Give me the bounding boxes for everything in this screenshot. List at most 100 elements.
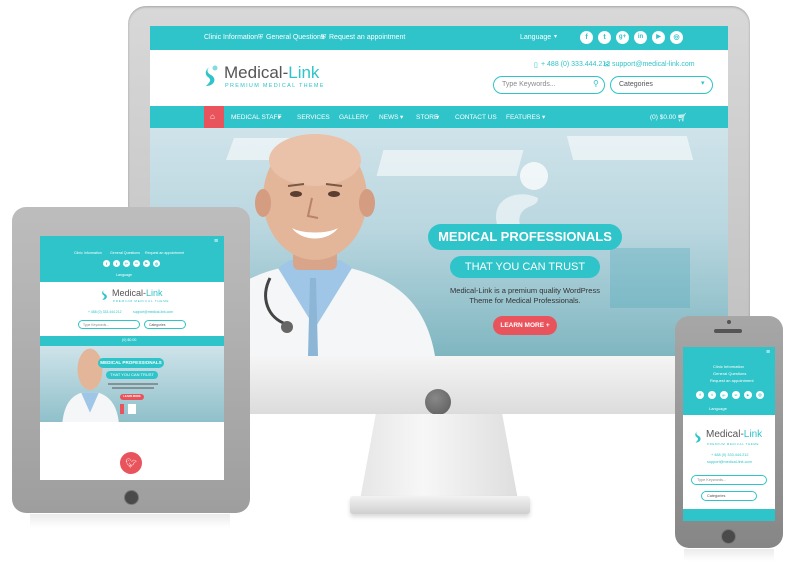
facebook-icon[interactable]: f [696,391,704,399]
categories-select[interactable]: Categories [144,320,186,329]
twitter-icon: 🐦︎ [125,458,137,468]
youtube-icon[interactable]: ▶ [143,260,150,267]
language-select[interactable]: Language [116,273,132,277]
nav-item-contact-us[interactable]: CONTACT US [455,114,497,121]
learn-more-button[interactable]: LEARN MORE [120,394,144,400]
phone-topbar: ≡ Clinic Information General Questions R… [683,347,775,415]
nav-item-services[interactable]: SERVICES [297,114,330,121]
search-placeholder: Type Keywords... [502,81,556,88]
home-icon: ⌂ [210,112,215,121]
phone-home-button [721,529,736,544]
plus-icon: + [545,322,550,329]
nav-item-features[interactable]: FEATURES [506,114,540,121]
search-input[interactable]: Type Keywords... [78,320,140,329]
brand-logo-icon[interactable] [202,64,220,88]
hero-subtitle: THAT YOU CAN TRUST [106,371,158,379]
google-plus-icon[interactable]: g+ [123,260,130,267]
topbar-link-clinic-info[interactable]: Clinic Information [713,364,744,369]
twitter-icon[interactable]: t [598,31,611,44]
brand-name-accent: Link [146,288,163,298]
categories-select[interactable]: Categories [701,491,757,501]
brand-name-accent: Link [288,63,320,82]
brand-name[interactable]: Medical-Link [112,288,163,298]
contact-phone: + 488 (0) 333.444.212 [88,310,122,314]
phone-reflection [684,549,774,561]
twitter-share-button[interactable]: 🐦︎ [120,452,142,474]
contact-email[interactable]: support@medical-link.com [133,310,173,314]
brand-name-main: Medical- [706,429,744,440]
topbar-link-general-questions[interactable]: General Questions [110,251,140,255]
chevron-down-icon: ▾ [436,114,440,121]
topbar-link-appointment[interactable]: Request an appointment [329,34,405,41]
monitor-stand-base [350,496,530,514]
categories-select[interactable]: Categories [610,76,713,94]
search-placeholder: Type Keywords... [83,323,110,327]
hero-description-line: Medical-Link is a premium quality WordPr… [450,286,600,295]
categories-label: Categories [619,81,653,88]
youtube-icon[interactable]: ▶ [744,391,752,399]
hero-description-line [108,383,158,385]
brand-tagline: PREMIUM MEDICAL THEME [225,83,325,89]
menu-icon[interactable]: ≡ [766,349,770,356]
google-plus-icon[interactable]: g+ [720,391,728,399]
twitter-icon[interactable]: t [708,391,716,399]
tablet-navbar: (0) $0.00 [40,336,224,346]
phone-screen: ≡ Clinic Information General Questions R… [683,347,775,521]
tablet-reflection [30,514,230,528]
chevron-down-icon: ▾ [278,114,282,121]
menu-icon[interactable]: ≡ [214,238,218,245]
linkedin-icon[interactable]: in [634,31,647,44]
contact-email[interactable]: support@medical-link.com [612,61,695,68]
phone-icon: ▯ [534,62,538,69]
phone-speaker [714,329,742,333]
contact-email[interactable]: support@medical-link.com [707,460,752,464]
cart-total[interactable]: (0) $0.00 [650,114,676,121]
cart-total[interactable]: (0) $0.00 [122,338,136,342]
learn-more-label: LEARN MORE [500,322,545,329]
brand-name[interactable]: Medical-Link [706,429,762,440]
dribbble-icon[interactable]: ◎ [670,31,683,44]
search-placeholder: Type Keywords... [697,478,727,482]
topbar-link-appointment[interactable]: Request an appointment [710,378,754,383]
brand-logo-icon[interactable] [693,429,704,444]
topbar-link-general-questions[interactable]: General Questions [713,371,746,376]
chevron-down-icon: ▾ [542,114,546,121]
hero-description-line: Theme for Medical Professionals. [469,296,581,305]
nav-item-gallery[interactable]: GALLERY [339,114,369,121]
nav-item-news[interactable]: NEWS [379,114,399,121]
language-select[interactable]: Language [709,406,727,411]
search-icon[interactable]: ⚲ [593,79,599,88]
hero-subtitle: THAT YOU CAN TRUST [450,256,600,278]
nav-home-button[interactable]: ⌂ [204,106,224,128]
brand-logo-icon[interactable] [100,288,110,301]
nav-item-medical-staff[interactable]: MEDICAL STAFF [231,114,282,121]
youtube-icon[interactable]: ▶ [652,31,665,44]
google-plus-icon[interactable]: g+ [616,31,629,44]
twitter-icon[interactable]: t [113,260,120,267]
desktop-topbar: Clinic Information ⛨ General Questions ⛨… [150,26,728,50]
slider-bar [128,404,136,414]
topbar-link-general-questions[interactable]: General Questions [266,34,324,41]
cart-icon[interactable]: 🛒︎ [677,113,687,122]
ceiling-light [566,136,694,160]
categories-label: Categories [149,323,166,327]
facebook-icon[interactable]: f [580,31,593,44]
dribbble-icon[interactable]: ◎ [153,260,160,267]
language-select[interactable]: Language [520,34,551,41]
brand-name[interactable]: Medical-Link [224,63,319,83]
dribbble-icon[interactable]: ◎ [756,391,764,399]
phone-camera [727,320,731,324]
brand-name-main: Medical- [224,63,289,82]
nav-item-store[interactable]: STORE [416,114,438,121]
learn-more-button[interactable]: LEARN MORE + [493,316,557,335]
topbar-link-clinic-info[interactable]: Clinic Information [204,34,258,41]
linkedin-icon[interactable]: in [732,391,740,399]
facebook-icon[interactable]: f [103,260,110,267]
linkedin-icon[interactable]: in [133,260,140,267]
search-input[interactable]: Type Keywords... [691,475,767,485]
search-input[interactable]: Type Keywords... [493,76,605,94]
topbar-link-appointment[interactable]: Request an appointment [145,251,184,255]
brand-name-main: Medical- [112,288,147,298]
topbar-link-clinic-info[interactable]: Clinic Information [74,251,102,255]
contact-phone: + 488 (0) 333.444.212 [541,61,611,68]
